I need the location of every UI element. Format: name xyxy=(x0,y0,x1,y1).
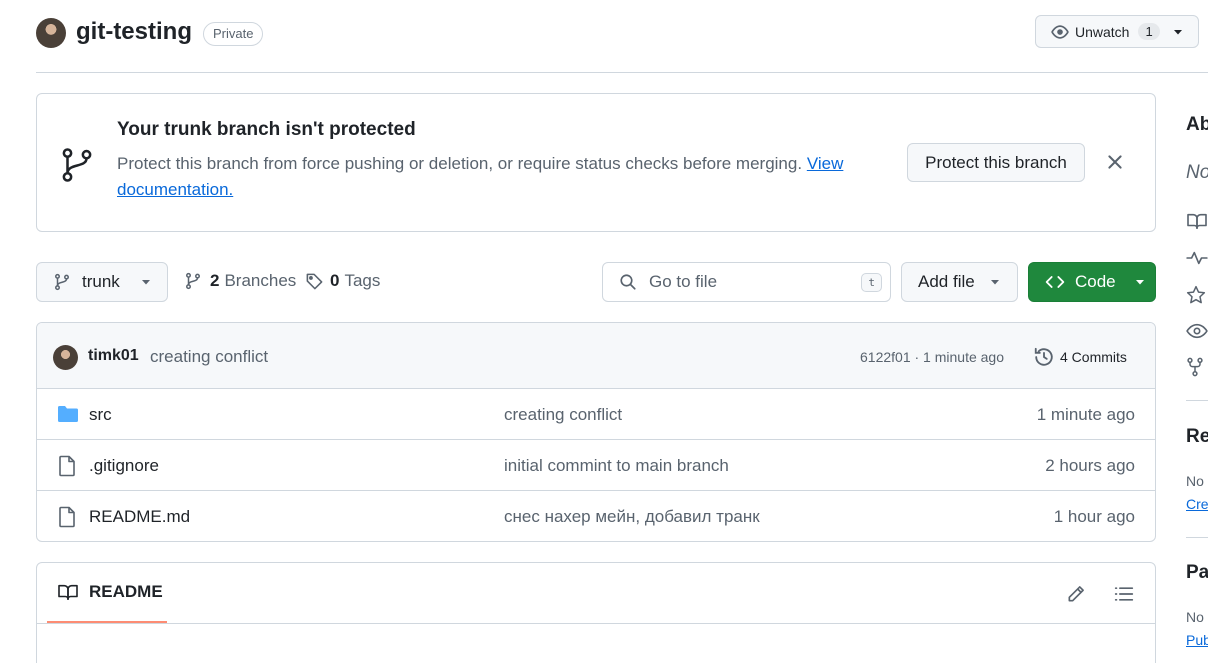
file-row[interactable]: README.md снес нахер мейн, добавил транк… xyxy=(37,491,1155,541)
releases-heading[interactable]: Re xyxy=(1186,426,1208,448)
tag-icon xyxy=(305,272,324,291)
branches-label: Branches xyxy=(224,271,297,290)
branches-link[interactable]: 2 Branches xyxy=(184,271,296,291)
visibility-badge: Private xyxy=(203,22,264,46)
commit-message[interactable]: creating conflict xyxy=(150,347,268,367)
tags-count: 0 xyxy=(330,271,340,290)
about-description: No xyxy=(1186,162,1208,183)
close-icon[interactable] xyxy=(1105,152,1125,172)
branches-count: 2 xyxy=(210,271,220,290)
publish-package-link[interactable]: Pub xyxy=(1186,632,1208,648)
branch-selector[interactable]: trunk xyxy=(36,262,168,302)
chevron-down-icon xyxy=(989,276,1001,288)
file-name[interactable]: README.md xyxy=(89,507,190,527)
git-branch-icon xyxy=(184,272,202,290)
tags-link[interactable]: 0 Tags xyxy=(305,271,380,291)
unwatch-label: Unwatch xyxy=(1075,23,1130,40)
readme-label: README xyxy=(89,582,163,601)
file-commit-message[interactable]: снес нахер мейн, добавил транк xyxy=(504,507,760,527)
file-time: 1 minute ago xyxy=(1036,405,1135,424)
file-commit-message[interactable]: initial commint to main branch xyxy=(504,456,729,476)
packages-heading[interactable]: Pa xyxy=(1186,562,1208,584)
header-divider xyxy=(36,72,1208,73)
fork-icon[interactable] xyxy=(1186,357,1204,377)
banner-title: Your trunk branch isn't protected xyxy=(117,119,416,140)
packages-text: No xyxy=(1186,609,1204,625)
file-name[interactable]: .gitignore xyxy=(89,456,159,476)
go-to-file-input[interactable]: Go to file t xyxy=(602,262,891,302)
eye-icon xyxy=(1051,23,1069,41)
book-icon xyxy=(57,583,79,601)
readme-divider xyxy=(37,623,1155,624)
shortcut-key: t xyxy=(861,272,882,292)
create-release-link[interactable]: Cre xyxy=(1186,496,1208,512)
about-heading: Ab xyxy=(1186,114,1208,135)
code-button[interactable]: Code xyxy=(1028,262,1156,302)
repo-name[interactable]: git-testing xyxy=(76,18,192,46)
file-row[interactable]: .gitignore initial commint to main branc… xyxy=(37,440,1155,491)
commits-count: 4 Commits xyxy=(1060,349,1127,365)
chevron-down-icon xyxy=(1172,26,1184,38)
file-row[interactable]: src creating conflict 1 minute ago xyxy=(37,389,1155,440)
chevron-down-icon xyxy=(140,276,152,288)
protect-branch-button[interactable]: Protect this branch xyxy=(907,143,1085,182)
git-branch-icon xyxy=(53,273,71,291)
latest-commit-row: timk01 creating conflict 6122f01 · 1 min… xyxy=(37,323,1155,389)
owner-avatar[interactable] xyxy=(36,18,66,48)
file-icon xyxy=(57,506,77,528)
search-placeholder: Go to file xyxy=(649,272,718,291)
file-time: 1 hour ago xyxy=(1053,507,1135,526)
folder-icon xyxy=(57,404,79,424)
star-icon[interactable] xyxy=(1186,285,1206,305)
file-commit-message[interactable]: creating conflict xyxy=(504,405,622,425)
commit-author[interactable]: timk01 xyxy=(88,347,139,365)
book-icon[interactable] xyxy=(1186,212,1208,230)
branch-name: trunk xyxy=(82,272,120,291)
add-file-button[interactable]: Add file xyxy=(901,262,1018,302)
commit-hash-time[interactable]: 6122f01 · 1 minute ago xyxy=(860,349,1004,365)
file-icon xyxy=(57,455,77,477)
watch-count: 1 xyxy=(1138,23,1160,40)
code-icon xyxy=(1045,273,1065,291)
unwatch-button[interactable]: Unwatch 1 xyxy=(1035,15,1199,48)
readme-panel: README xyxy=(36,562,1156,663)
banner-description: Protect this branch from force pushing o… xyxy=(117,154,803,173)
chevron-down-icon xyxy=(1134,276,1146,288)
releases-text: No xyxy=(1186,473,1204,489)
git-branch-icon xyxy=(58,146,96,184)
sidebar-divider xyxy=(1186,537,1208,538)
file-table: timk01 creating conflict 6122f01 · 1 min… xyxy=(36,322,1156,542)
code-label: Code xyxy=(1075,272,1116,291)
add-file-label: Add file xyxy=(918,272,975,291)
tags-label: Tags xyxy=(344,271,381,290)
eye-icon[interactable] xyxy=(1186,322,1208,340)
file-name[interactable]: src xyxy=(89,405,112,425)
history-icon xyxy=(1033,346,1055,368)
sidebar-divider xyxy=(1186,400,1208,401)
list-outline-icon[interactable] xyxy=(1114,585,1134,603)
commits-history-link[interactable]: 4 Commits xyxy=(1033,346,1127,368)
pulse-icon[interactable] xyxy=(1186,249,1208,267)
author-avatar[interactable] xyxy=(53,345,78,370)
search-icon xyxy=(619,273,637,291)
readme-tab[interactable]: README xyxy=(47,563,167,623)
file-time: 2 hours ago xyxy=(1045,456,1135,475)
banner-text: Protect this branch from force pushing o… xyxy=(117,151,887,203)
pencil-icon[interactable] xyxy=(1066,584,1086,604)
